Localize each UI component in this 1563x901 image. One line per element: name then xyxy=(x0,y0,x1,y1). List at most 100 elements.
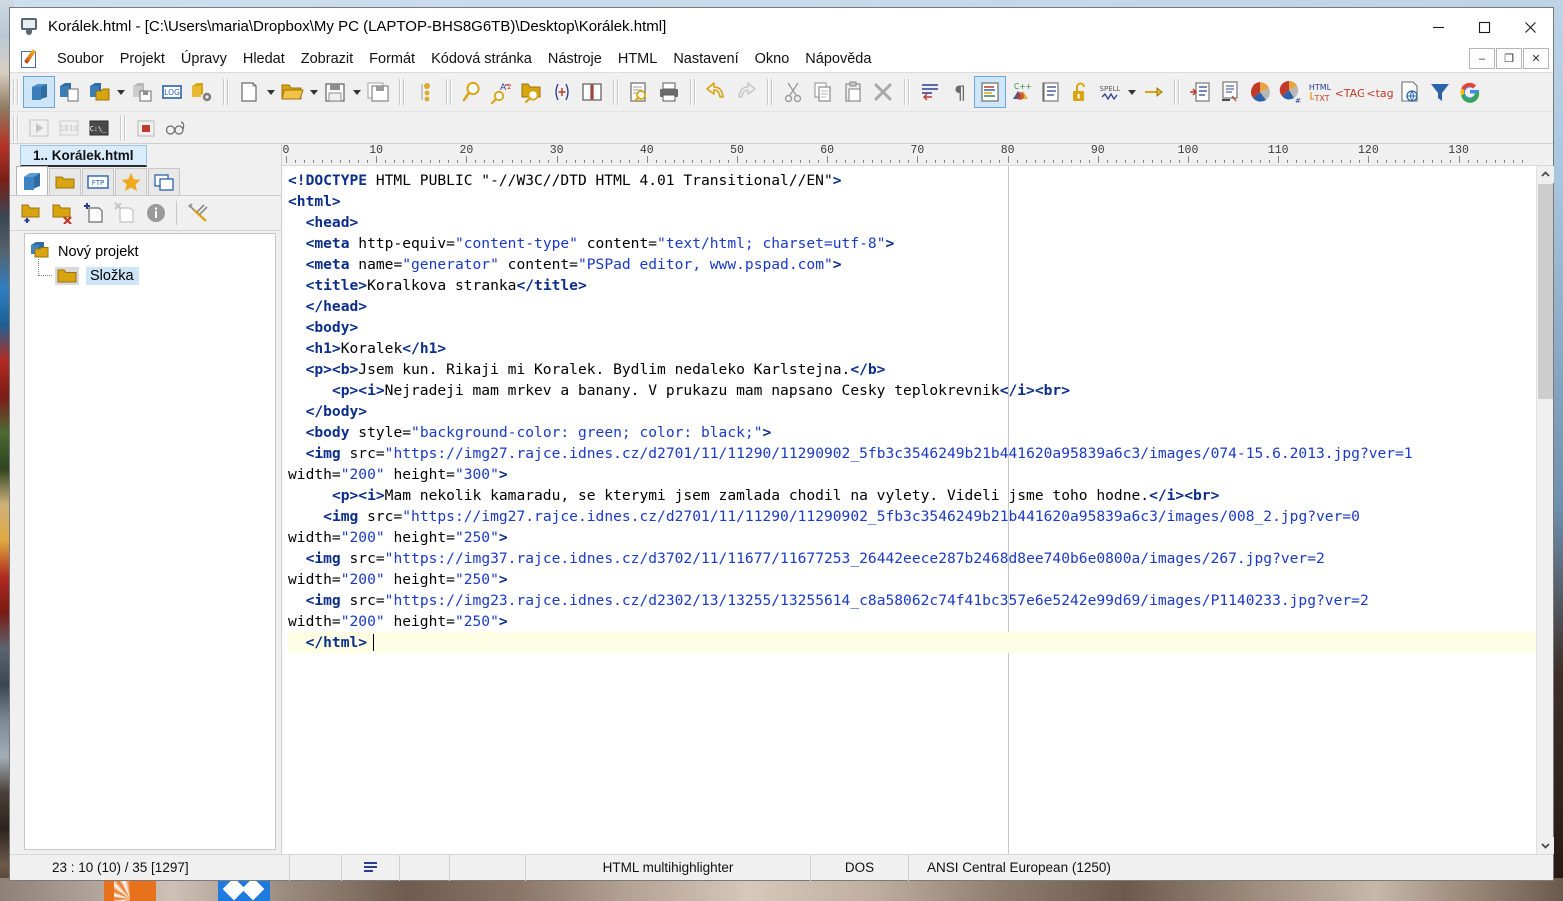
pilcrow-icon[interactable]: ¶ xyxy=(945,77,975,107)
code-line[interactable]: </body> xyxy=(288,401,1536,422)
chevron-down-icon[interactable] xyxy=(114,77,127,107)
code-line[interactable]: <body> xyxy=(288,317,1536,338)
status-highlighter[interactable]: HTML multihighlighter xyxy=(526,854,811,881)
code-line[interactable]: width="200" height="300"> xyxy=(288,464,1536,485)
pin-icon[interactable] xyxy=(1138,77,1168,107)
menu-item-html[interactable]: HTML xyxy=(610,48,665,70)
code-line[interactable]: <!DOCTYPE HTML PUBLIC "-//W3C//DTD HTML … xyxy=(288,170,1536,191)
taskbar-icon-dropbox[interactable] xyxy=(218,878,270,901)
print-icon[interactable] xyxy=(654,77,684,107)
open-file-icon[interactable] xyxy=(277,77,307,107)
code-line[interactable]: <body style="background-color: green; co… xyxy=(288,422,1536,443)
ftp-tab[interactable]: FTP xyxy=(82,168,114,195)
new-file-icon[interactable] xyxy=(234,77,264,107)
book-icon[interactable] xyxy=(577,77,607,107)
chevron-down-icon[interactable] xyxy=(307,77,320,107)
menu-item-nastroje[interactable]: Nástroje xyxy=(540,48,610,70)
taskbar[interactable] xyxy=(0,878,1563,901)
stop-icon[interactable] xyxy=(131,113,161,143)
code-line[interactable]: <html> xyxy=(288,191,1536,212)
toolbar-grip[interactable] xyxy=(222,79,229,105)
code-line[interactable]: <h1>Koralek</h1> xyxy=(288,338,1536,359)
code-line[interactable]: <meta http-equiv="content-type" content=… xyxy=(288,233,1536,254)
project-save-icon[interactable] xyxy=(127,77,157,107)
cut-icon[interactable] xyxy=(778,77,808,107)
remove-folder-icon[interactable] xyxy=(47,199,78,228)
chevron-down-icon[interactable] xyxy=(264,77,277,107)
chevron-down-icon[interactable] xyxy=(1125,77,1138,107)
tree-row[interactable]: Nový projekt xyxy=(29,240,271,264)
menu-item-zobrazit[interactable]: Zobrazit xyxy=(293,48,361,70)
tag-close-icon[interactable]: <tag xyxy=(1365,77,1395,107)
status-word-wrap[interactable] xyxy=(342,854,400,881)
code-line[interactable]: <img src="https://img27.rajce.idnes.cz/d… xyxy=(288,506,1536,527)
window-minimize-button[interactable] xyxy=(1415,8,1461,46)
projects-tab[interactable] xyxy=(16,166,48,195)
menu-item-hledat[interactable]: Hledat xyxy=(235,48,293,70)
save-file-icon[interactable] xyxy=(320,77,350,107)
toolbar-grip[interactable] xyxy=(12,79,19,105)
scroll-down-button[interactable] xyxy=(1536,837,1554,854)
menu-item-nastaveni[interactable]: Nastavení xyxy=(665,48,746,70)
toolbar-grip[interactable] xyxy=(12,114,19,141)
project-settings-icon[interactable] xyxy=(187,77,217,107)
status-encoding[interactable]: ANSI Central European (1250) xyxy=(909,855,1553,881)
taskbar-icon-sun[interactable] xyxy=(104,878,156,901)
remove-file-icon[interactable] xyxy=(109,199,140,228)
code-line[interactable]: <p><b>Jsem kun. Rikaji mi Koralek. Bydli… xyxy=(288,359,1536,380)
tag-open-icon[interactable]: <TAG xyxy=(1335,77,1365,107)
windows-tab[interactable] xyxy=(148,168,180,195)
vertical-scrollbar[interactable] xyxy=(1536,166,1554,854)
save-all-icon[interactable] xyxy=(363,77,393,107)
project-new-icon[interactable] xyxy=(54,77,84,107)
window-close-button[interactable] xyxy=(1507,8,1553,46)
cpp-icon[interactable]: C++ xyxy=(1005,77,1035,107)
menu-item-napoveda[interactable]: Nápověda xyxy=(797,48,879,70)
menu-item-upravy[interactable]: Úpravy xyxy=(173,48,235,70)
code-line[interactable]: </html> xyxy=(288,632,1536,653)
glasses-icon[interactable] xyxy=(161,113,191,143)
menu-item-format[interactable]: Formát xyxy=(361,48,423,70)
explorer-tab[interactable] xyxy=(49,168,81,195)
binary-icon[interactable]: 1010 xyxy=(54,113,84,143)
tree-row[interactable]: Složka xyxy=(29,259,271,288)
project-add-file-icon[interactable] xyxy=(84,77,114,107)
toolbar-grip[interactable] xyxy=(689,79,696,105)
info-icon[interactable] xyxy=(140,199,171,228)
code-lines[interactable]: <!DOCTYPE HTML PUBLIC "-//W3C//DTD HTML … xyxy=(288,170,1536,653)
mdi-close-button[interactable]: ✕ xyxy=(1523,48,1549,69)
code-line[interactable]: width="200" height="250"> xyxy=(288,569,1536,590)
toolbar-grip[interactable] xyxy=(766,79,773,105)
highlight-icon[interactable] xyxy=(974,76,1006,108)
code-line[interactable]: <p><i>Nejradeji mam mrkev a banany. V pr… xyxy=(288,380,1536,401)
copy-icon[interactable] xyxy=(808,77,838,107)
google-icon[interactable] xyxy=(1455,77,1485,107)
settings-icon[interactable] xyxy=(182,199,213,228)
toolbar-grip[interactable] xyxy=(119,114,126,141)
code-line[interactable]: <img src="https://img23.rajce.idnes.cz/d… xyxy=(288,590,1536,611)
status-line-endings[interactable]: DOS xyxy=(811,854,909,881)
indent-icon[interactable] xyxy=(915,77,945,107)
code-line[interactable]: width="200" height="250"> xyxy=(288,611,1536,632)
web-preview-icon[interactable] xyxy=(1395,77,1425,107)
menu-item-kodova-stranka[interactable]: Kódová stránka xyxy=(423,48,540,70)
toolbar-grip[interactable] xyxy=(1173,79,1180,105)
code-line[interactable]: <title>Koralkova stranka</title> xyxy=(288,275,1536,296)
project-open-icon[interactable] xyxy=(23,76,55,108)
menu-item-projekt[interactable]: Projekt xyxy=(112,48,173,70)
bookmark-icon[interactable] xyxy=(410,77,440,107)
code-line[interactable]: <img src="https://img37.rajce.idnes.cz/d… xyxy=(288,548,1536,569)
toolbar-grip[interactable] xyxy=(445,79,452,105)
run-icon[interactable] xyxy=(24,113,54,143)
add-folder-icon[interactable] xyxy=(16,199,47,228)
code-line[interactable]: <img src="https://img27.rajce.idnes.cz/d… xyxy=(288,443,1536,464)
code-line[interactable]: width="200" height="250"> xyxy=(288,527,1536,548)
find-in-files-icon[interactable] xyxy=(517,77,547,107)
lock-icon[interactable] xyxy=(1065,77,1095,107)
chevron-down-icon[interactable] xyxy=(350,77,363,107)
scroll-up-button[interactable] xyxy=(1536,166,1554,183)
window-maximize-button[interactable] xyxy=(1461,8,1507,46)
code-line[interactable]: <head> xyxy=(288,212,1536,233)
spell-check-icon[interactable]: SPELL xyxy=(1095,77,1125,107)
favorites-tab[interactable] xyxy=(115,168,147,195)
